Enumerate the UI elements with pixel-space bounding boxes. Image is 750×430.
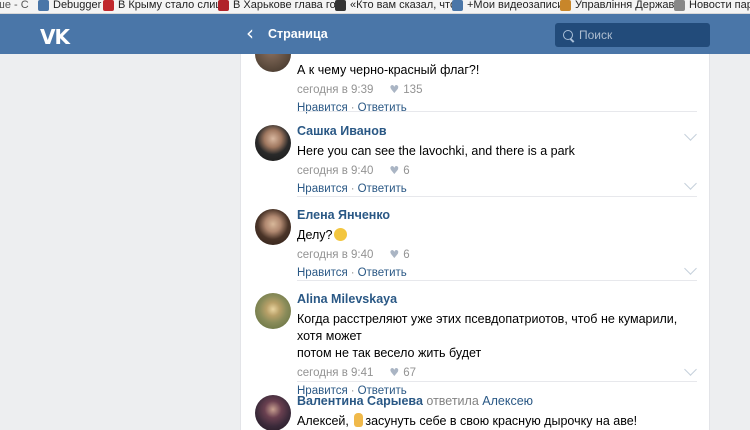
- divider: [297, 111, 697, 112]
- emblem-icon: [560, 0, 571, 11]
- like-count: 67: [403, 367, 417, 379]
- heart-icon: ♥: [389, 366, 400, 379]
- bookmark-videos[interactable]: +Мои видеозаписи: [452, 0, 563, 12]
- comment-actions: Нравится · Ответить: [297, 267, 407, 279]
- avatar[interactable]: [255, 395, 291, 430]
- comment-author[interactable]: Alina Milevskaya: [297, 292, 697, 307]
- bookmark-debugger[interactable]: Debugger: [38, 0, 101, 12]
- reply-target-link[interactable]: Алексею: [482, 394, 533, 408]
- avatar[interactable]: [255, 293, 291, 329]
- bookmark-truncated[interactable]: ше - С: [0, 0, 29, 12]
- bookmark-upravlinnya[interactable]: Управління Державн: [560, 0, 680, 12]
- comment-actions: Нравится · Ответить: [297, 183, 407, 195]
- search-box[interactable]: [555, 23, 710, 47]
- debugger-icon: [38, 0, 49, 11]
- vk-icon: [452, 0, 463, 11]
- comment-author[interactable]: Сашка Иванов: [297, 124, 697, 139]
- comment-text-row: Алексей, засунуть себе в свою красную ды…: [297, 413, 697, 430]
- avatar[interactable]: [255, 125, 291, 161]
- comment-text-after: засунуть себе в свою красную дырочку на …: [365, 414, 638, 428]
- comment-author[interactable]: Валентина Сарыева: [297, 394, 423, 408]
- like-button[interactable]: Нравится: [297, 183, 348, 195]
- back-chevron-icon[interactable]: ‹: [246, 22, 254, 44]
- search-icon: [563, 30, 573, 40]
- divider: [297, 381, 697, 382]
- comment-text: Here you can see the lavochki, and there…: [297, 144, 575, 158]
- comment-time[interactable]: сегодня в 9:41: [297, 366, 373, 380]
- search-input[interactable]: [579, 28, 699, 42]
- like-count: 6: [403, 165, 410, 177]
- comment-text-line-1: Когда расстреляют уже этих псевдопатриот…: [297, 312, 678, 343]
- page-title: Страница: [268, 27, 328, 41]
- divider: [297, 280, 697, 281]
- bookmarks-bar: ше - С Debugger В Крыму стало слиш В Хар…: [0, 0, 750, 14]
- bookmark-crimea[interactable]: В Крыму стало слиш: [103, 0, 224, 12]
- comment-text: А к чему черно-красный флаг?!: [297, 63, 480, 77]
- like-button[interactable]: Нравится: [297, 102, 348, 114]
- comment-meta: сегодня в 9:39 ♥ 135: [297, 83, 697, 97]
- comment-text: Делу?: [297, 228, 333, 242]
- bookmark-quote[interactable]: «Кто вам сказал, что: [335, 0, 456, 12]
- comments-panel: А к чему черно-красный флаг?! сегодня в …: [240, 54, 710, 430]
- m-icon: [335, 0, 346, 11]
- comment-time[interactable]: сегодня в 9:40: [297, 164, 373, 178]
- thinking-emoji-icon: [333, 228, 347, 241]
- reply-word: ответила: [426, 394, 479, 408]
- divider: [297, 196, 697, 197]
- bookmark-kharkiv[interactable]: В Харькове глава гос: [218, 0, 341, 12]
- comment-meta: сегодня в 9:40 ♥ 6: [297, 164, 697, 178]
- reply-button[interactable]: Ответить: [358, 183, 407, 195]
- hand-emoji-icon: [354, 413, 364, 427]
- comment-author-line: Валентина Сарыева ответила Алексею: [297, 394, 697, 409]
- reply-button[interactable]: Ответить: [358, 267, 407, 279]
- globe-icon: [674, 0, 685, 11]
- heart-icon: ♥: [389, 164, 400, 177]
- comment-author[interactable]: Елена Янченко: [297, 208, 697, 223]
- like-count: 135: [403, 84, 423, 96]
- reply-button[interactable]: Ответить: [358, 102, 407, 114]
- avatar[interactable]: [255, 209, 291, 245]
- heart-icon: ♥: [389, 248, 400, 261]
- like-count: 6: [403, 249, 410, 261]
- like-button[interactable]: Нравится: [297, 267, 348, 279]
- vk-header: VK ‹ Страница: [0, 14, 750, 54]
- nk-icon: [218, 0, 229, 11]
- comment-time[interactable]: сегодня в 9:40: [297, 248, 373, 262]
- vk-logo[interactable]: VK: [40, 25, 70, 49]
- comment-meta: сегодня в 9:40 ♥ 6: [297, 248, 697, 262]
- avatar[interactable]: [255, 54, 291, 72]
- heart-icon: ♥: [389, 83, 400, 96]
- bookmark-news-party[interactable]: Новости парт: [674, 0, 750, 12]
- news-site-icon: [103, 0, 114, 11]
- comment-actions: Нравится · Ответить: [297, 102, 407, 114]
- comment-meta: сегодня в 9:41 ♥ 67: [297, 366, 697, 380]
- comment-time[interactable]: сегодня в 9:39: [297, 83, 373, 97]
- comment-text-before: Алексей,: [297, 414, 349, 428]
- comment-text-line-2: потом не так весело жить будет: [297, 346, 482, 360]
- comment-text-row: Делу?: [297, 227, 697, 244]
